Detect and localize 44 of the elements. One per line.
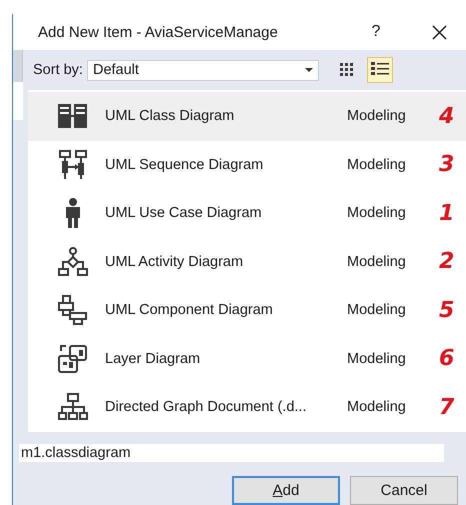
sort-label: Sort by: (33, 62, 83, 78)
sort-dropdown[interactable]: Default (86, 60, 319, 80)
dropdown-caret-icon (304, 68, 313, 72)
handwritten-number: 7 (439, 394, 454, 420)
filename-field[interactable]: m1.classdiagram (19, 444, 444, 462)
class-diagram-icon (58, 104, 88, 128)
template-category: Modeling (347, 254, 407, 270)
handwritten-number: 5 (439, 298, 454, 323)
grid-view-icon (340, 63, 356, 77)
template-category: Modeling (347, 350, 407, 367)
template-category: Modeling (347, 108, 407, 124)
template-name: Layer Diagram (105, 350, 202, 367)
add-button[interactable]: Add (232, 476, 340, 505)
handwritten-number: 6 (439, 346, 454, 372)
sequence-diagram-icon (58, 150, 86, 180)
list-view-button[interactable] (366, 57, 393, 83)
template-name: UML Use Case Diagram (105, 205, 263, 222)
template-name: UML Class Diagram (105, 108, 236, 124)
template-category: Modeling (347, 302, 407, 318)
template-name: UML Sequence Diagram (105, 156, 264, 173)
help-button[interactable]: ? (364, 23, 388, 41)
activity-diagram-icon (58, 246, 88, 277)
person-icon (64, 198, 80, 228)
template-name: Directed Graph Document (.d... (105, 399, 308, 416)
template-category: Modeling (347, 399, 407, 416)
close-icon (432, 24, 446, 40)
handwritten-number: 3 (439, 152, 454, 178)
handwritten-number: 2 (439, 249, 454, 274)
template-name: UML Component Diagram (105, 302, 274, 318)
cancel-button[interactable]: Cancel (350, 476, 458, 505)
list-view-icon (370, 62, 389, 78)
sort-value: Default (92, 62, 140, 78)
template-category: Modeling (347, 205, 407, 222)
template-name: UML Activity Diagram (105, 254, 244, 270)
side-panel (13, 82, 23, 120)
component-diagram-icon (58, 295, 88, 326)
layer-diagram-icon (58, 344, 88, 374)
template-category: Modeling (347, 156, 407, 173)
handwritten-number: 1 (439, 200, 454, 226)
hierarchy-icon (58, 393, 88, 422)
handwritten-number: 4 (439, 104, 454, 129)
window-title: Add New Item - AviaServiceManage (38, 24, 279, 40)
side-scrollbar (13, 50, 23, 82)
template-item[interactable]: UML Class Diagram Modeling 4 (28, 92, 466, 140)
